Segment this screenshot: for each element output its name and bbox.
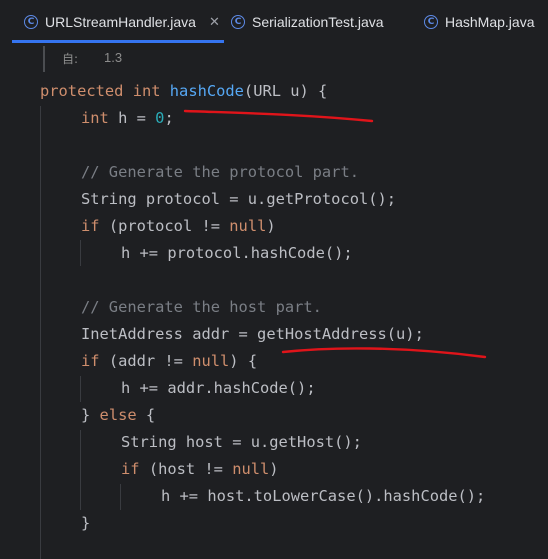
indent-guide — [80, 376, 81, 402]
tab-urlstreamhandler[interactable]: C URLStreamHandler.java ✕ — [12, 0, 224, 44]
keyword: if — [81, 217, 100, 235]
code-text: } — [81, 406, 100, 424]
code-line-6: if (protocol != null) — [81, 213, 276, 240]
code-line-1: protected int hashCode(URL u) { — [40, 78, 327, 105]
code-line-5: String protocol = u.getProtocol(); — [81, 190, 397, 208]
params: (URL u) { — [243, 82, 328, 100]
code-text: ; — [164, 109, 174, 127]
indent-guide — [120, 484, 121, 510]
code-editor[interactable]: 自: 1.3 protected int hashCode(URL u) { i… — [0, 44, 548, 559]
code-line-11: if (addr != null) { — [81, 348, 257, 375]
code-text: (host != — [139, 460, 233, 478]
code-line-13: } else { — [81, 402, 155, 429]
keyword: if — [81, 352, 100, 370]
keyword: if — [121, 460, 140, 478]
code-text: { — [136, 406, 156, 424]
code-line-4: // Generate the protocol part. — [81, 163, 359, 181]
code-line-10: InetAddress addr = getHostAddress(u); — [81, 325, 424, 343]
tab-label: URLStreamHandler.java — [45, 14, 196, 30]
indent-guide — [80, 240, 81, 266]
code-line-16: h += host.toLowerCase().hashCode(); — [161, 487, 486, 505]
code-line-15: if (host != null) — [121, 456, 279, 483]
doc-gutter-bar — [43, 46, 45, 72]
doc-tag-label: 自: — [62, 52, 79, 66]
class-icon: C — [424, 15, 438, 29]
class-icon: C — [231, 15, 245, 29]
keyword: int — [132, 82, 161, 100]
code-text: ) — [269, 460, 279, 478]
tab-label: SerializationTest.java — [252, 14, 384, 30]
code-line-14: String host = u.getHost(); — [121, 433, 362, 451]
code-text: ) { — [229, 352, 258, 370]
code-line-2: int h = 0; — [81, 105, 174, 132]
tab-hashmap[interactable]: C HashMap.java — [424, 0, 535, 44]
method-name: hashCode — [169, 82, 244, 100]
code-line-7: h += protocol.hashCode(); — [121, 244, 353, 262]
keyword: null — [232, 460, 270, 478]
code-line-9: // Generate the host part. — [81, 298, 322, 316]
keyword: null — [192, 352, 230, 370]
javadoc-since-block: 自: 1.3 — [0, 44, 548, 74]
tab-serializationtest[interactable]: C SerializationTest.java — [231, 0, 384, 44]
keyword: else — [99, 406, 137, 424]
indent-guide — [40, 106, 41, 559]
close-icon[interactable]: ✕ — [209, 15, 220, 30]
class-icon: C — [24, 15, 38, 29]
indent-guide — [80, 430, 81, 510]
code-text: (addr != — [99, 352, 193, 370]
code-line-17: } — [81, 514, 91, 532]
code-text: h = — [108, 109, 156, 127]
editor-tab-bar: C URLStreamHandler.java ✕ C Serializatio… — [0, 0, 548, 44]
keyword: null — [229, 217, 267, 235]
code-text: ) — [266, 217, 276, 235]
tab-label: HashMap.java — [445, 14, 535, 30]
code-text: (protocol != — [99, 217, 230, 235]
keyword: protected — [40, 82, 124, 100]
code-line-12: h += addr.hashCode(); — [121, 379, 316, 397]
doc-tag-value: 1.3 — [104, 50, 123, 65]
keyword: int — [81, 109, 109, 127]
